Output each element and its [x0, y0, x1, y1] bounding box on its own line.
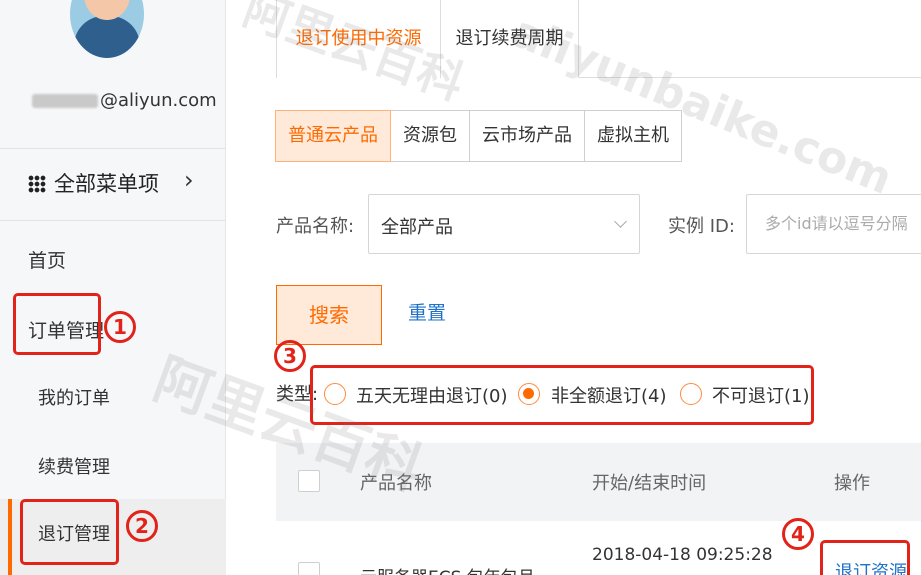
nav-item-home[interactable]: 首页	[28, 246, 66, 273]
avatar[interactable]	[70, 0, 144, 58]
avatar-face	[84, 0, 130, 20]
main-content: 退订使用中资源 退订续费周期 普通云产品 资源包 云市场产品 虚拟主机 产品名称…	[226, 0, 921, 575]
annotation-box-refund-resource	[820, 540, 910, 575]
annotation-number-3: 3	[274, 340, 306, 372]
nav-item-my-orders[interactable]: 我的订单	[38, 384, 110, 410]
product-type-segment: 普通云产品 资源包 云市场产品 虚拟主机	[275, 110, 682, 162]
annotation-number-4: 4	[782, 518, 814, 550]
sidebar: @aliyun.com 全部菜单项 › 首页 订单管理 我的订单 续费管理 退订…	[0, 0, 226, 575]
segment-marketplace-product[interactable]: 云市场产品	[469, 110, 585, 162]
product-name-label: 产品名称:	[276, 216, 355, 237]
nav-item-renewal-management[interactable]: 续费管理	[38, 453, 110, 479]
row-product-name: 云服务器ECS 包年包月	[360, 563, 535, 575]
segment-virtual-host[interactable]: 虚拟主机	[584, 110, 682, 162]
email-redacted	[32, 94, 98, 108]
email-domain: @aliyun.com	[100, 90, 217, 111]
product-name-select[interactable]: 全部产品	[368, 194, 640, 254]
annotation-box-refund-management	[20, 499, 119, 565]
select-all-checkbox[interactable]	[298, 470, 320, 492]
nav-active-indicator	[8, 499, 12, 575]
chevron-down-icon	[614, 215, 627, 228]
column-header-start-end-time: 开始/结束时间	[592, 473, 707, 494]
tab-refund-active-resources[interactable]: 退订使用中资源	[276, 0, 441, 78]
grid-icon	[28, 175, 46, 193]
column-header-action: 操作	[834, 473, 870, 494]
segment-resource-package[interactable]: 资源包	[390, 110, 470, 162]
product-name-select-value: 全部产品	[381, 217, 453, 238]
all-menu-label: 全部菜单项	[54, 172, 159, 196]
segment-regular-cloud-product[interactable]: 普通云产品	[275, 110, 391, 162]
user-email: @aliyun.com	[32, 90, 217, 111]
annotation-box-type-filter	[310, 365, 814, 425]
divider	[0, 148, 226, 149]
reset-button[interactable]: 重置	[408, 298, 446, 325]
search-button[interactable]: 搜索	[276, 285, 382, 345]
instance-id-label: 实例 ID:	[668, 216, 735, 237]
divider	[0, 220, 226, 221]
annotation-box-order-management	[13, 293, 101, 355]
tab-baseline	[579, 77, 921, 78]
chevron-right-icon[interactable]: ›	[184, 166, 194, 194]
row-checkbox[interactable]	[298, 562, 320, 575]
tab-refund-renewal-period[interactable]: 退订续费周期	[441, 0, 579, 78]
annotation-number-1: 1	[104, 311, 136, 343]
annotation-number-2: 2	[126, 510, 158, 542]
row-start-time: 2018-04-18 09:25:28	[592, 545, 773, 565]
column-header-product-name: 产品名称	[360, 473, 432, 494]
avatar-shirt	[74, 16, 140, 58]
instance-id-input[interactable]: 多个id请以逗号分隔	[746, 194, 921, 254]
all-menu-button[interactable]: 全部菜单项	[28, 168, 159, 198]
